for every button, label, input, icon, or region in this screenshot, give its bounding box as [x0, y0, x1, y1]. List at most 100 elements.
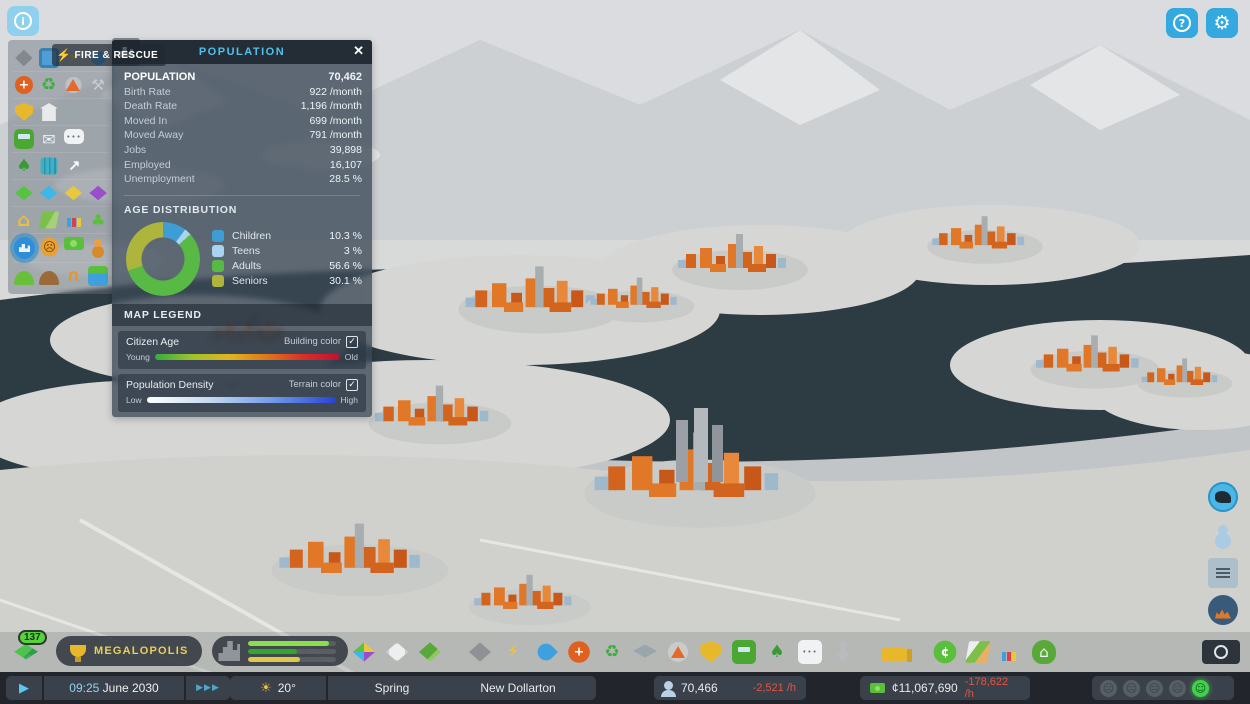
- sad-face-icon[interactable]: ☹: [1100, 680, 1117, 697]
- weather-display: ☀ 20° Spring: [230, 676, 456, 700]
- map-legend-title: MAP LEGEND: [112, 304, 372, 326]
- sad-face-icon[interactable]: ☹: [1169, 680, 1186, 697]
- happiness-indicator[interactable]: ☹ ☹ ☹ ☹ ☺: [1092, 676, 1234, 700]
- settings-button[interactable]: ⚙: [1206, 8, 1238, 38]
- assets-icon[interactable]: [385, 640, 409, 664]
- population-summary[interactable]: 70,466 -2,521 /h: [654, 676, 806, 700]
- water-icon[interactable]: [534, 640, 558, 664]
- fire-icon[interactable]: [64, 75, 84, 95]
- teens-swatch: [212, 245, 224, 257]
- water-levels-icon[interactable]: [88, 266, 108, 286]
- pollution-icon[interactable]: [88, 210, 108, 230]
- photo-mode-button[interactable]: [1202, 640, 1240, 664]
- routes-icon[interactable]: [64, 156, 84, 176]
- city-info-icon[interactable]: [1032, 640, 1056, 664]
- chirper-icon[interactable]: [1208, 482, 1238, 512]
- play-button[interactable]: ▶: [6, 681, 42, 696]
- panel-title: POPULATION: [199, 46, 285, 58]
- terrain-color-checkbox[interactable]: ✓: [346, 379, 358, 391]
- sad-face-icon[interactable]: ☹: [1123, 680, 1140, 697]
- economy2-icon[interactable]: [934, 641, 957, 664]
- police-icon[interactable]: [700, 641, 722, 663]
- education-icon[interactable]: [633, 640, 657, 664]
- milestone-pill[interactable]: MEGALOPOLIS: [56, 636, 202, 666]
- info-views-button[interactable]: i: [7, 6, 39, 36]
- money-summary[interactable]: ¢11,067,690 -178,622 /h: [860, 676, 1030, 700]
- age-distribution-title: AGE DISTRIBUTION: [112, 198, 372, 218]
- parks-icon[interactable]: [14, 156, 34, 176]
- zoning-icon[interactable]: [352, 640, 376, 664]
- legend-row: Teens3 %: [212, 245, 362, 257]
- police-icon[interactable]: [15, 103, 33, 121]
- mail-icon[interactable]: [39, 129, 59, 149]
- seniors-swatch: [212, 275, 224, 287]
- garbage-icon[interactable]: [39, 75, 59, 95]
- xp-indicator[interactable]: 137: [12, 636, 46, 666]
- info-icon: i: [14, 12, 32, 30]
- education-icon[interactable]: [64, 102, 84, 122]
- administration-icon[interactable]: [40, 103, 58, 121]
- map-icon[interactable]: [38, 212, 58, 229]
- demand-pill[interactable]: [212, 636, 348, 666]
- progression-icon[interactable]: [1208, 595, 1238, 625]
- status-bar: ▶ 09:25 June 2030 ▶▶▶ ☀ 20° Spring New D…: [0, 672, 1250, 704]
- xp-badge: 137: [18, 630, 47, 645]
- roads-icon[interactable]: [14, 48, 34, 68]
- statistics-icon[interactable]: [64, 210, 84, 230]
- maintenance-icon[interactable]: [88, 75, 108, 95]
- close-icon[interactable]: ✕: [353, 43, 364, 59]
- zone-ind-icon[interactable]: [64, 183, 84, 203]
- terrain-icon[interactable]: [14, 271, 34, 285]
- trophy-icon: [70, 645, 86, 657]
- soil-icon[interactable]: [39, 271, 59, 285]
- transport-icon[interactable]: [732, 640, 756, 664]
- roads-tile-icon[interactable]: [468, 640, 492, 664]
- city-buildings-icon: [218, 641, 240, 661]
- city-name-display[interactable]: New Dollarton: [440, 676, 596, 700]
- residential-demand-bar: [248, 641, 329, 646]
- happy-face-icon[interactable]: ☺: [1192, 680, 1209, 697]
- terraform-icon[interactable]: [833, 642, 853, 662]
- garbage-icon[interactable]: [600, 640, 624, 664]
- stat-row: POPULATION70,462: [124, 70, 362, 85]
- journal-icon[interactable]: [1208, 558, 1238, 588]
- bulldozer-icon[interactable]: [881, 648, 907, 661]
- temperature-display: ☀ 20°: [230, 681, 326, 696]
- lightning-icon: ⚡: [56, 48, 71, 62]
- population-icon[interactable]: [14, 237, 35, 259]
- economy-icon[interactable]: [64, 237, 84, 250]
- sim-speed-control[interactable]: ▶▶▶: [186, 683, 230, 693]
- time-controls: ▶ 09:25 June 2030 ▶▶▶: [6, 676, 230, 700]
- electricity-icon[interactable]: [501, 640, 525, 664]
- citizen-icon[interactable]: [1208, 520, 1238, 550]
- telecom-icon[interactable]: [798, 640, 822, 664]
- transport-icon[interactable]: [14, 129, 34, 149]
- healthcare-icon[interactable]: [568, 641, 590, 663]
- fire-rescue-tooltip: ⚡ FIRE & RESCUE: [52, 44, 166, 66]
- workplaces-icon[interactable]: [89, 237, 108, 257]
- sad-face-icon[interactable]: ☹: [1146, 680, 1163, 697]
- zone-com-icon[interactable]: [39, 183, 59, 203]
- legend-row: Adults56.6 %: [212, 260, 362, 272]
- telecom-icon[interactable]: [64, 129, 84, 144]
- parks-icon[interactable]: [765, 640, 789, 664]
- happiness-icon[interactable]: [40, 238, 58, 257]
- zone-res-icon[interactable]: [14, 183, 34, 203]
- gear-icon: ⚙: [1213, 12, 1230, 34]
- commercial-demand-bar: [248, 649, 296, 654]
- noise-icon[interactable]: [64, 266, 84, 286]
- building-color-checkbox[interactable]: ✓: [346, 336, 358, 348]
- sun-icon: ☀: [260, 681, 272, 696]
- recreation-icon[interactable]: [41, 158, 58, 175]
- healthcare-icon[interactable]: [15, 76, 33, 94]
- landscaping-icon[interactable]: [418, 640, 442, 664]
- population-density-legend: Population Density Terrain color ✓ Low H…: [118, 374, 366, 412]
- stat-row: Unemployment28.5 %: [124, 172, 362, 187]
- infoviews-icon[interactable]: [965, 641, 990, 663]
- zone-office-icon[interactable]: [88, 183, 108, 203]
- question-icon: ?: [1173, 14, 1191, 32]
- fire-icon[interactable]: [666, 640, 690, 664]
- statistics-icon[interactable]: [999, 640, 1023, 664]
- help-button[interactable]: ?: [1166, 8, 1198, 38]
- land-value-icon[interactable]: [14, 210, 34, 230]
